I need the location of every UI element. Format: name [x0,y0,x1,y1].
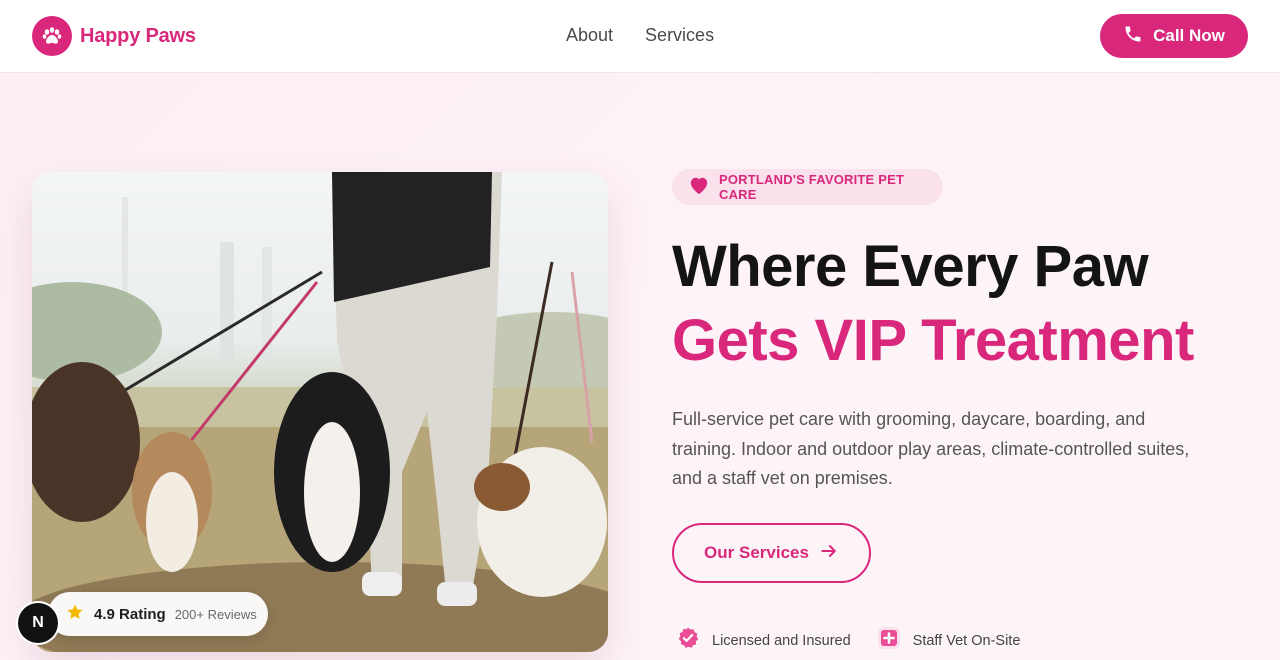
rating-reviews: 200+ Reviews [174,606,257,622]
photo-illustration [32,172,608,652]
medical-cross-icon [877,626,901,655]
our-services-label: Our Services [704,543,809,562]
phone-icon [1123,24,1143,49]
hero-title-line-2: Gets VIP Treatment [672,308,1194,373]
main-nav: About Services [566,25,714,46]
feature-item: Licensed and Insured [676,626,851,655]
brand-name: Happy Paws [80,24,196,47]
tagline-pill: PORTLAND'S FAVORITE PET CARE [672,169,943,205]
hero-title-line-1: Where Every Paw [672,234,1149,299]
feature-label: Licensed and Insured [712,632,851,649]
tagline-text: PORTLAND'S FAVORITE PET CARE [719,172,905,202]
star-icon [66,603,84,626]
site-header: Happy Paws About Services Call Now [0,0,1280,73]
paw-icon [32,16,72,56]
nav-link-about[interactable]: About [566,25,613,46]
feature-label: Staff Vet On-Site [912,632,1021,649]
verified-badge-icon [676,626,700,655]
rating-badge: 4.9 Rating 200+ Reviews [48,592,268,636]
call-now-label: Call Now [1153,26,1225,45]
hero-description: Full-service pet care with grooming, day… [672,409,1190,488]
rating-value: 4.9 Rating [94,605,166,623]
nav-link-services[interactable]: Services [645,25,714,46]
dogs-walking-photo [32,172,608,652]
feature-item: Staff Vet On-Site [877,626,1021,655]
feature-list: Licensed and Insured Staff Vet On-Site [676,626,1020,655]
our-services-button[interactable]: Our Services [672,523,871,583]
dev-badge[interactable]: N [18,603,58,643]
logo[interactable]: Happy Paws [32,16,196,56]
call-now-button[interactable]: Call Now [1100,14,1248,58]
heart-icon [688,175,710,200]
arrow-right-icon [819,541,839,566]
